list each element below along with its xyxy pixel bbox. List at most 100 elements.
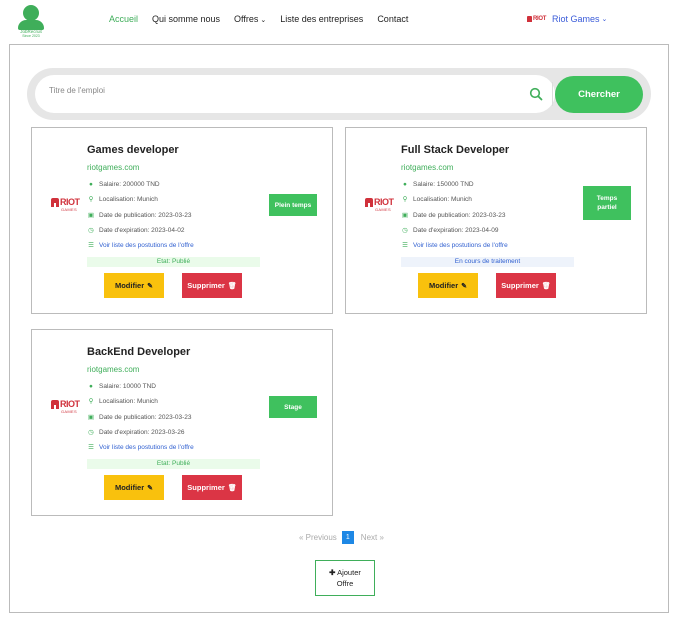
site-logo[interactable]: JobRecruit Since 2023: [14, 4, 48, 38]
clock-icon: ◷: [402, 227, 408, 234]
calendar-icon: ▣: [87, 212, 95, 219]
pagination-current-page[interactable]: 1: [341, 531, 354, 544]
company-logo: RIOT GAMES: [51, 398, 80, 416]
chevron-down-icon: ⌄: [260, 17, 267, 24]
clock-icon: ◷: [88, 227, 94, 234]
publish-date-text: Date de publication: 2023-03-23: [413, 211, 506, 219]
edit-button[interactable]: Modifier ✎: [104, 273, 164, 298]
edit-button-label: Modifier: [428, 281, 459, 290]
publish-date-text: Date de publication: 2023-03-23: [99, 413, 192, 421]
job-card: RIOT GAMES Games developer riotgames.com…: [31, 127, 333, 314]
add-offer-label-1: Ajouter: [337, 568, 361, 577]
pagination: « Previous 1 Next »: [299, 531, 384, 544]
money-icon: ●: [89, 180, 93, 188]
job-card: RIOT GAMES BackEnd Developer riotgames.c…: [31, 329, 333, 516]
location-row: ⚲ Localisation: Munich: [87, 195, 158, 204]
add-offer-button[interactable]: ✚ Ajouter Offre: [315, 560, 375, 596]
expiry-date-text: Date d'expiration: 2023-04-09: [413, 226, 499, 234]
contract-type-badge: Plein temps: [269, 194, 317, 216]
delete-button-label: Supprimer: [187, 281, 225, 290]
salary-text: Salaire: 200000 TND: [99, 180, 160, 188]
user-name: Riot Games: [552, 14, 600, 24]
delete-button[interactable]: Supprimer 🗑: [496, 273, 556, 298]
pagination-previous[interactable]: « Previous: [299, 533, 337, 542]
location-row: ⚲ Localisation: Munich: [87, 397, 158, 406]
edit-icon: ✎: [461, 282, 468, 290]
expiry-date-row: ◷ Date d'expiration: 2023-04-09: [401, 226, 499, 235]
salary-text: Salaire: 10000 TND: [99, 382, 156, 390]
company-website-link[interactable]: riotgames.com: [87, 365, 139, 374]
job-title: Full Stack Developer: [401, 144, 510, 156]
delete-button-label: Supprimer: [501, 281, 539, 290]
status-badge: Etat: Publié: [87, 257, 260, 267]
fist-icon: [527, 16, 532, 22]
company-logo-subtext: GAMES: [61, 409, 77, 414]
company-avatar-text: RIOT: [533, 16, 547, 22]
applications-link-text: Voir liste des postutions de l'offre: [413, 241, 508, 249]
list-icon: ☰: [88, 444, 94, 451]
location-text: Localisation: Munich: [413, 195, 472, 203]
map-pin-icon: ⚲: [88, 196, 94, 203]
location-text: Localisation: Munich: [99, 397, 158, 405]
nav-item-liste-entreprises[interactable]: Liste des entreprises: [280, 14, 363, 24]
job-title: BackEnd Developer: [87, 346, 191, 358]
publish-date-row: ▣ Date de publication: 2023-03-23: [401, 211, 506, 220]
location-row: ⚲ Localisation: Munich: [401, 195, 472, 204]
nav-item-qui-somme-nous[interactable]: Qui somme nous: [152, 14, 220, 24]
delete-button[interactable]: Supprimer 🗑: [182, 475, 242, 500]
edit-button[interactable]: Modifier ✎: [418, 273, 478, 298]
job-title: Games developer: [87, 144, 179, 156]
expiry-date-row: ◷ Date d'expiration: 2023-04-02: [87, 226, 185, 235]
pagination-next[interactable]: Next »: [361, 533, 384, 542]
expiry-date-text: Date d'expiration: 2023-04-02: [99, 226, 185, 234]
edit-icon: ✎: [147, 484, 154, 492]
delete-button-label: Supprimer: [187, 483, 225, 492]
company-logo: RIOT GAMES: [365, 196, 394, 214]
expiry-date-row: ◷ Date d'expiration: 2023-03-26: [87, 428, 184, 437]
applications-link[interactable]: ☰ Voir liste des postutions de l'offre: [87, 241, 194, 250]
edit-button[interactable]: Modifier ✎: [104, 475, 164, 500]
plus-icon: ✚: [329, 568, 336, 577]
calendar-icon: ▣: [87, 414, 95, 421]
trash-icon: 🗑: [227, 484, 237, 492]
nav-item-contact[interactable]: Contact: [377, 14, 408, 24]
company-logo-subtext: GAMES: [375, 207, 391, 212]
job-card: RIOT GAMES Full Stack Developer riotgame…: [345, 127, 647, 314]
company-logo: RIOT GAMES: [51, 196, 80, 214]
salary-row: ● Salaire: 200000 TND: [87, 180, 160, 188]
salary-row: ● Salaire: 150000 TND: [401, 180, 474, 188]
company-avatar: RIOT: [527, 15, 547, 23]
nav-item-accueil[interactable]: Accueil: [109, 14, 138, 24]
calendar-icon: ▣: [401, 212, 409, 219]
list-icon: ☰: [88, 242, 94, 249]
delete-button[interactable]: Supprimer 🗑: [182, 273, 242, 298]
chevron-down-icon: ⌄: [601, 16, 608, 23]
fist-icon: [51, 198, 59, 207]
logo-head: [23, 5, 39, 21]
company-website-link[interactable]: riotgames.com: [87, 163, 139, 172]
company-logo-subtext: GAMES: [61, 207, 77, 212]
contract-type-badge: Stage: [269, 396, 317, 418]
clock-icon: ◷: [88, 429, 94, 436]
applications-link[interactable]: ☰ Voir liste des postutions de l'offre: [87, 443, 194, 452]
fist-icon: [51, 400, 59, 409]
map-pin-icon: ⚲: [88, 398, 94, 405]
search-input[interactable]: [49, 81, 509, 99]
trash-icon: 🗑: [227, 282, 237, 290]
applications-link[interactable]: ☰ Voir liste des postutions de l'offre: [401, 241, 508, 250]
applications-link-text: Voir liste des postutions de l'offre: [99, 241, 194, 249]
search-icon[interactable]: [529, 87, 543, 101]
publish-date-row: ▣ Date de publication: 2023-03-23: [87, 413, 192, 422]
contract-type-badge: Temps partiel: [583, 186, 631, 220]
trash-icon: 🗑: [541, 282, 551, 290]
list-icon: ☰: [402, 242, 408, 249]
search-button[interactable]: Chercher: [555, 76, 643, 113]
user-menu[interactable]: RIOT Riot Games ⌄: [527, 14, 607, 24]
logo-tagline: Since 2023: [22, 34, 40, 38]
salary-text: Salaire: 150000 TND: [413, 180, 474, 188]
nav-item-offres[interactable]: Offres ⌄: [234, 14, 266, 24]
salary-row: ● Salaire: 10000 TND: [87, 382, 156, 390]
status-badge: Etat: Publié: [87, 459, 260, 469]
money-icon: ●: [403, 180, 407, 188]
company-website-link[interactable]: riotgames.com: [401, 163, 453, 172]
